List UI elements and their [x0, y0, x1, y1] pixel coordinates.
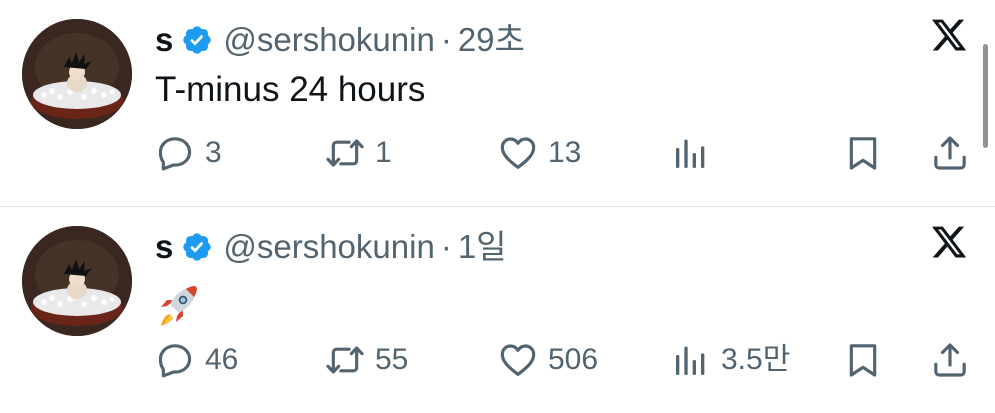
share-button[interactable] [930, 131, 970, 175]
avatar[interactable] [22, 226, 132, 336]
reply-icon [155, 133, 195, 173]
tweet-header: s @sershokunin · 1일 [155, 227, 507, 267]
scrollbar[interactable] [983, 44, 988, 148]
tweet-1[interactable]: s @sershokunin · 29초 T-minus 24 hours 3 … [0, 0, 995, 206]
timestamp[interactable]: 29초 [458, 20, 525, 60]
reply-button[interactable]: 3 [155, 131, 222, 175]
avatar[interactable] [22, 19, 132, 129]
verified-badge-icon [181, 231, 213, 263]
reply-count: 46 [205, 343, 239, 376]
x-logo-icon [930, 223, 968, 261]
user-handle[interactable]: @sershokunin [223, 20, 434, 60]
tweet-2[interactable]: s @sershokunin · 1일 46 55 506 3.5만 [0, 207, 995, 413]
separator-dot: · [440, 228, 452, 265]
share-button[interactable] [930, 338, 970, 382]
display-name[interactable]: s [155, 227, 173, 267]
like-count: 506 [548, 343, 599, 376]
avatar-image [22, 226, 132, 336]
share-icon [930, 133, 970, 173]
bookmark-button[interactable] [843, 338, 883, 382]
separator-dot: · [440, 21, 452, 58]
retweet-icon [325, 133, 365, 173]
action-bar: 46 55 506 3.5만 [0, 338, 995, 382]
rocket-icon [155, 280, 203, 328]
bookmark-icon [843, 133, 883, 173]
retweet-button[interactable]: 55 [325, 338, 408, 382]
views-icon [671, 133, 711, 173]
like-button[interactable]: 13 [498, 131, 581, 175]
views-count: 3.5만 [721, 343, 791, 376]
heart-icon [498, 133, 538, 173]
display-name[interactable]: s [155, 20, 173, 60]
share-icon [930, 340, 970, 380]
x-logo-icon [930, 16, 968, 54]
views-button[interactable] [671, 131, 711, 175]
reply-button[interactable]: 46 [155, 338, 238, 382]
views-button[interactable]: 3.5만 [671, 338, 790, 382]
retweet-count: 1 [375, 136, 392, 169]
like-button[interactable]: 506 [498, 338, 598, 382]
tweet-header: s @sershokunin · 29초 [155, 20, 525, 60]
like-count: 13 [548, 136, 582, 169]
verified-badge-icon [181, 24, 213, 56]
bookmark-icon [843, 340, 883, 380]
action-bar: 3 1 13 [0, 131, 995, 175]
user-handle[interactable]: @sershokunin [223, 227, 434, 267]
reply-count: 3 [205, 136, 222, 169]
tweet-text: T-minus 24 hours [155, 70, 426, 109]
retweet-icon [325, 340, 365, 380]
bookmark-button[interactable] [843, 131, 883, 175]
timestamp[interactable]: 1일 [458, 227, 507, 267]
views-icon [671, 340, 711, 380]
retweet-button[interactable]: 1 [325, 131, 392, 175]
retweet-count: 55 [375, 343, 409, 376]
reply-icon [155, 340, 195, 380]
avatar-image [22, 19, 132, 129]
heart-icon [498, 340, 538, 380]
